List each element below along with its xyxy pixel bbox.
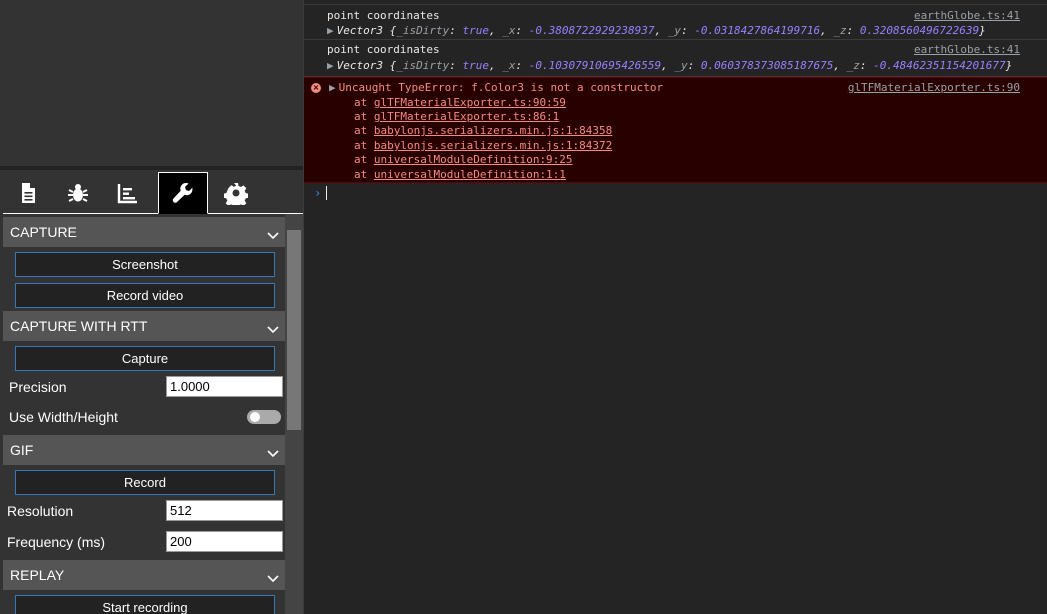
at-label: at — [354, 168, 368, 181]
toggle-knob — [250, 412, 260, 422]
devtools-console: point coordinates earthGlobe.ts:41 ▶ Vect… — [303, 0, 1047, 614]
chevron-down-icon — [267, 445, 279, 458]
expand-triangle-icon[interactable]: ▶ — [327, 24, 334, 37]
screenshot-button[interactable]: Screenshot — [15, 252, 275, 277]
is-dirty-value: true — [462, 24, 489, 37]
resolution-input[interactable]: 512 — [166, 500, 283, 521]
precision-label: Precision — [9, 379, 67, 395]
error-source-link[interactable]: glTFMaterialExporter.ts:90 — [848, 81, 1020, 94]
stack-frame-link[interactable]: babylonjs.serializers.min.js:1:84372 — [374, 139, 612, 152]
z-value: -0.48462351154201677 — [873, 59, 1006, 72]
y-value: -0.0318427864199716 — [694, 24, 821, 37]
expand-triangle-icon[interactable]: ▶ — [327, 59, 334, 72]
panel-scrollbar[interactable] — [285, 214, 303, 614]
console-log-entry: point coordinates earthGlobe.ts:41 ▶ Vect… — [304, 4, 1047, 40]
stack-frame-link[interactable]: glTFMaterialExporter.ts:90:59 — [374, 96, 566, 109]
tools-panel: CAPTURE Screenshot Record video CAPTURE … — [3, 214, 285, 614]
pane-resize-handle[interactable] — [0, 166, 303, 170]
y-value: 0.060378373085187675 — [700, 59, 834, 72]
error-icon: × — [311, 83, 321, 93]
console-error-entry: × ▶ Uncaught TypeError: f.Color3 is not a… — [304, 77, 1047, 183]
precision-input[interactable]: 1.0000 — [166, 376, 283, 397]
at-label: at — [354, 110, 368, 123]
error-message[interactable]: ▶ Uncaught TypeError: f.Color3 is not a c… — [329, 81, 663, 94]
section-title: CAPTURE — [10, 224, 77, 240]
gif-record-button[interactable]: Record — [15, 470, 275, 495]
x-value: -0.10307910695426559 — [528, 59, 662, 72]
wrench-icon — [172, 183, 193, 203]
gear-icon — [224, 183, 248, 205]
tab-statistics[interactable] — [103, 172, 153, 214]
use-width-height-toggle[interactable] — [247, 410, 281, 424]
error-text: Uncaught TypeError: f.Color3 is not a co… — [338, 81, 664, 94]
section-header-gif[interactable]: GIF — [3, 435, 285, 465]
chevron-down-icon — [267, 570, 279, 583]
at-label: at — [354, 139, 368, 152]
chevron-down-icon — [267, 321, 279, 334]
record-video-button[interactable]: Record video — [15, 283, 275, 308]
section-header-capture-rtt[interactable]: CAPTURE WITH RTT — [3, 311, 285, 341]
scrollbar-thumb[interactable] — [287, 230, 301, 430]
chevron-down-icon — [267, 227, 279, 240]
stack-frame: at universalModuleDefinition:9:25 — [354, 153, 573, 166]
at-label: at — [354, 96, 368, 109]
chart-icon — [117, 184, 137, 204]
inspector-pane: CAPTURE Screenshot Record video CAPTURE … — [0, 0, 303, 614]
log-source-link[interactable]: earthGlobe.ts:41 — [914, 43, 1020, 56]
frequency-input[interactable]: 200 — [166, 531, 283, 552]
stack-frame: at babylonjs.serializers.min.js:1:84358 — [354, 124, 612, 137]
section-title: CAPTURE WITH RTT — [10, 318, 148, 334]
object-type: Vector3 — [336, 24, 383, 37]
section-header-capture[interactable]: CAPTURE — [3, 217, 285, 247]
tab-tools[interactable] — [158, 172, 208, 214]
log-message: point coordinates — [327, 43, 440, 56]
log-object[interactable]: ▶ Vector3 {_isDirty: true, _x: -0.1030791… — [327, 59, 1012, 72]
use-width-height-label: Use Width/Height — [9, 409, 118, 425]
console-prompt-icon: › — [314, 186, 322, 200]
stack-frame: at glTFMaterialExporter.ts:86:1 — [354, 110, 559, 123]
start-recording-button[interactable]: Start recording — [15, 595, 275, 614]
at-label: at — [354, 124, 368, 137]
stack-frame: at babylonjs.serializers.min.js:1:84372 — [354, 139, 612, 152]
stack-frame: at glTFMaterialExporter.ts:90:59 — [354, 96, 566, 109]
at-label: at — [354, 153, 368, 166]
stack-frame-link[interactable]: universalModuleDefinition:1:1 — [374, 168, 566, 181]
stack-frame-link[interactable]: glTFMaterialExporter.ts:86:1 — [374, 110, 559, 123]
section-title: REPLAY — [10, 567, 65, 583]
x-value: -0.3808722929238937 — [528, 24, 655, 37]
frequency-label: Frequency (ms) — [7, 534, 106, 550]
log-message: point coordinates — [327, 9, 440, 22]
stack-frame-link[interactable]: universalModuleDefinition:9:25 — [374, 153, 573, 166]
scene-explorer-area — [0, 0, 303, 166]
tab-settings[interactable] — [211, 172, 261, 214]
resolution-label: Resolution — [7, 503, 74, 519]
is-dirty-value: true — [462, 59, 489, 72]
section-header-replay[interactable]: REPLAY — [3, 560, 285, 590]
expand-triangle-icon[interactable]: ▶ — [329, 81, 336, 94]
stack-frame-link[interactable]: babylonjs.serializers.min.js:1:84358 — [374, 124, 612, 137]
document-icon — [22, 183, 35, 203]
stack-frame: at universalModuleDefinition:1:1 — [354, 168, 566, 181]
bug-icon — [68, 184, 88, 202]
capture-button[interactable]: Capture — [15, 346, 275, 371]
console-log-entry: point coordinates earthGlobe.ts:41 ▶ Vect… — [304, 40, 1047, 77]
tab-properties[interactable] — [3, 172, 53, 214]
section-title: GIF — [10, 442, 34, 458]
tab-debug[interactable] — [53, 172, 103, 214]
console-input[interactable] — [326, 186, 327, 200]
object-type: Vector3 — [336, 59, 383, 72]
z-value: 0.3208560496722639 — [859, 24, 980, 37]
log-source-link[interactable]: earthGlobe.ts:41 — [914, 9, 1020, 22]
inspector-tabbar — [3, 172, 303, 214]
log-object[interactable]: ▶ Vector3 {_isDirty: true, _x: -0.3808722… — [327, 24, 986, 37]
